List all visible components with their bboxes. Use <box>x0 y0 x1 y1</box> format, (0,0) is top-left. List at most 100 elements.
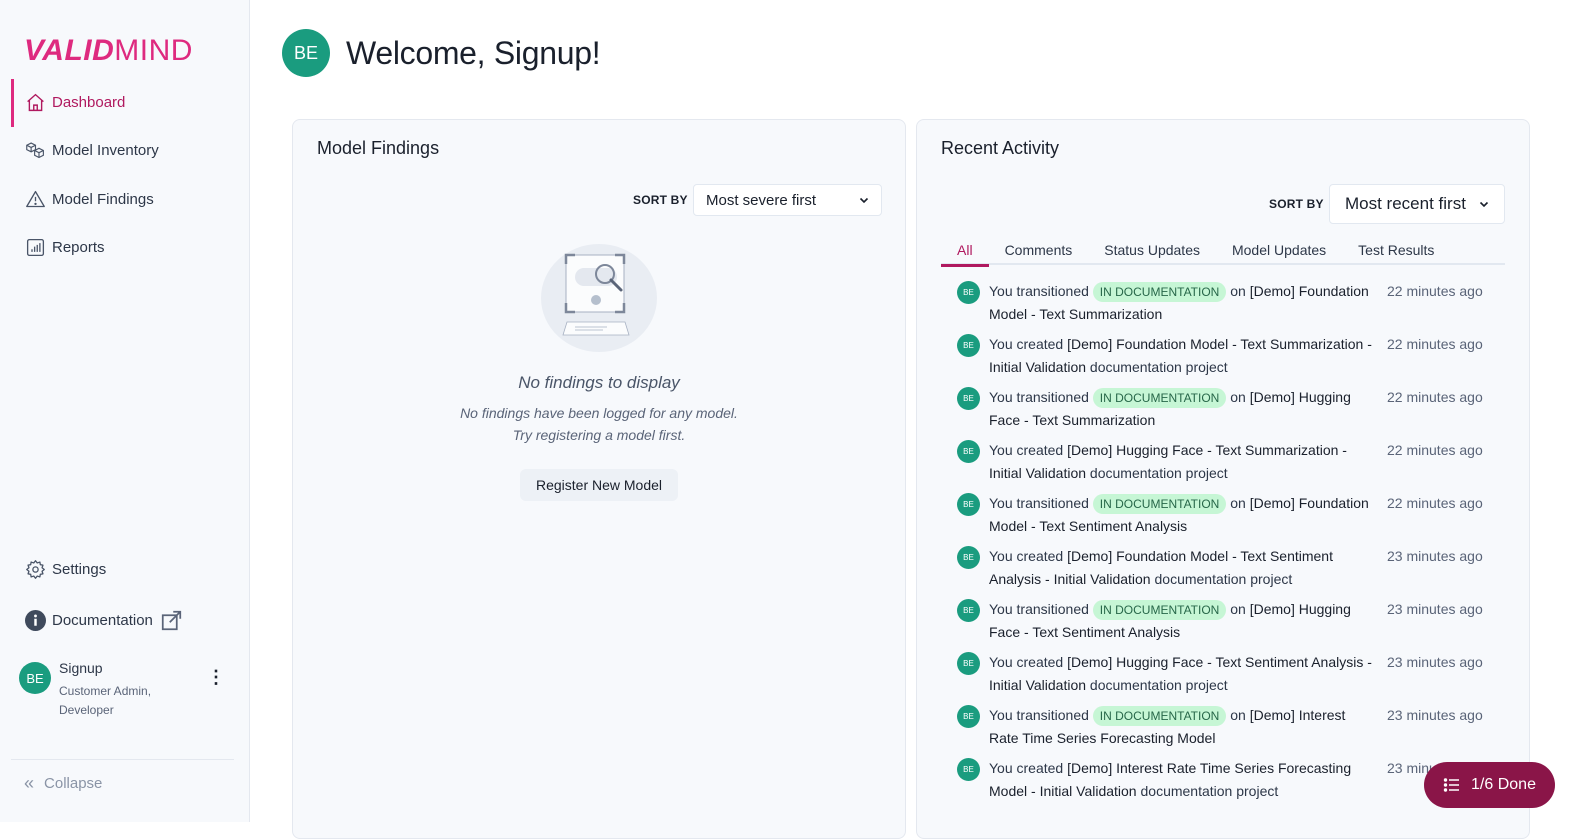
activity-text: You transitioned IN DOCUMENTATION on [De… <box>989 492 1377 537</box>
sidebar-item-dashboard[interactable]: Dashboard <box>11 79 238 127</box>
activity-timestamp: 22 minutes ago <box>1387 495 1483 511</box>
activity-tabs: All Comments Status Updates Model Update… <box>941 234 1505 267</box>
activity-connector: on <box>1230 389 1246 405</box>
select-value: Most severe first <box>706 191 817 209</box>
sidebar-item-model-inventory[interactable]: Model Inventory <box>12 127 238 173</box>
activity-item: BE You created [Demo] Foundation Model - … <box>957 333 1517 386</box>
activity-text: You created [Demo] Foundation Model - Te… <box>989 333 1377 378</box>
activity-text: You transitioned IN DOCUMENTATION on [De… <box>989 386 1377 431</box>
activity-prefix: You created <box>989 760 1064 776</box>
activity-prefix: You created <box>989 442 1064 458</box>
list-icon <box>1443 778 1460 792</box>
activity-sort-select[interactable]: Most recent first <box>1329 184 1505 224</box>
activity-feed: BE You transitioned IN DOCUMENTATION on [… <box>957 280 1517 810</box>
activity-suffix: documentation project <box>1089 358 1228 375</box>
activity-timestamp: 22 minutes ago <box>1387 336 1483 352</box>
page-title: Welcome, Signup! <box>346 34 601 71</box>
activity-text: You created [Demo] Foundation Model - Te… <box>989 545 1377 590</box>
tab-model-updates[interactable]: Model Updates <box>1216 234 1342 265</box>
avatar: BE <box>957 599 980 622</box>
model-findings-card: Model Findings SORT BY Most severe first… <box>292 119 906 839</box>
avatar: BE <box>957 705 980 728</box>
empty-state-title: No findings to display <box>518 373 680 392</box>
sidebar-item-documentation[interactable]: Documentation <box>12 597 238 643</box>
avatar: BE <box>957 334 980 357</box>
sidebar-item-model-findings[interactable]: Model Findings <box>12 176 238 222</box>
register-new-model-button[interactable]: Register New Model <box>520 469 678 501</box>
warning-triangle-icon <box>24 188 46 210</box>
card-title: Recent Activity <box>941 138 1060 158</box>
activity-item: BE You created [Demo] Foundation Model - … <box>957 545 1517 598</box>
avatar: BE <box>957 758 980 781</box>
activity-connector: on <box>1230 707 1246 723</box>
tab-status-updates[interactable]: Status Updates <box>1088 234 1216 265</box>
avatar: BE <box>957 493 980 516</box>
avatar: BE <box>957 546 980 569</box>
activity-connector: on <box>1230 283 1246 299</box>
more-options-icon[interactable]: ⋮ <box>207 666 225 688</box>
activity-item: BE You created [Demo] Hugging Face - Text… <box>957 651 1517 704</box>
chevron-down-icon <box>859 197 869 204</box>
double-chevron-left-icon: « <box>24 773 35 793</box>
card-title: Model Findings <box>317 138 440 158</box>
activity-text: You created [Demo] Hugging Face - Text S… <box>989 651 1377 696</box>
status-badge: IN DOCUMENTATION <box>1092 600 1227 620</box>
page-header: BE Welcome, Signup! <box>282 29 601 77</box>
activity-suffix: documentation project <box>1089 676 1228 693</box>
user-profile: BE Signup Customer Admin, Developer ⋮ <box>19 660 234 720</box>
activity-suffix: documentation project <box>1140 782 1279 799</box>
sidebar-item-reports[interactable]: Reports <box>12 224 238 270</box>
activity-connector: on <box>1230 495 1246 511</box>
activity-text: You created [Demo] Interest Rate Time Se… <box>989 757 1377 802</box>
sidebar-item-settings[interactable]: Settings <box>12 546 238 592</box>
activity-prefix: You created <box>989 654 1064 670</box>
collapse-button[interactable]: « Collapse <box>24 773 102 794</box>
validmind-logo[interactable]: VALID MIND <box>24 33 193 69</box>
activity-prefix: You transitioned <box>989 495 1089 511</box>
activity-suffix: documentation project <box>1154 570 1293 587</box>
activity-prefix: You transitioned <box>989 283 1089 299</box>
activity-item: BE You transitioned IN DOCUMENTATION on [… <box>957 492 1517 545</box>
status-badge: IN DOCUMENTATION <box>1092 706 1227 726</box>
chevron-down-icon <box>1479 201 1489 208</box>
info-icon <box>24 609 46 631</box>
tab-comments[interactable]: Comments <box>989 234 1089 265</box>
tab-all[interactable]: All <box>941 234 989 267</box>
activity-text: You created [Demo] Hugging Face - Text S… <box>989 439 1377 484</box>
avatar: BE <box>282 29 330 77</box>
status-badge: IN DOCUMENTATION <box>1092 388 1227 408</box>
avatar: BE <box>19 662 51 694</box>
bar-chart-icon <box>24 236 46 258</box>
empty-state-line: No findings have been logged for any mod… <box>460 405 738 421</box>
sort-label: SORT BY <box>633 193 688 207</box>
activity-timestamp: 22 minutes ago <box>1387 283 1483 299</box>
activity-item: BE You transitioned IN DOCUMENTATION on [… <box>957 598 1517 651</box>
activity-item: BE You transitioned IN DOCUMENTATION on [… <box>957 704 1517 757</box>
select-value: Most recent first <box>1345 194 1466 213</box>
logo-text-light: MIND <box>114 34 193 67</box>
activity-prefix: You created <box>989 548 1064 564</box>
activity-item: BE You created [Demo] Hugging Face - Text… <box>957 439 1517 492</box>
avatar: BE <box>957 387 980 410</box>
activity-timestamp: 23 minutes ago <box>1387 601 1483 617</box>
activity-item: BE You transitioned IN DOCUMENTATION on [… <box>957 386 1517 439</box>
findings-sort-select[interactable]: Most severe first <box>693 184 882 216</box>
external-link-icon <box>161 610 182 630</box>
cubes-icon <box>24 139 46 161</box>
avatar: BE <box>957 440 980 463</box>
empty-state-description: No findings have been logged for any mod… <box>293 402 905 446</box>
activity-prefix: You created <box>989 336 1064 352</box>
home-icon <box>24 91 46 113</box>
user-name: Signup <box>59 660 103 676</box>
sidebar-divider <box>11 759 234 760</box>
activity-prefix: You transitioned <box>989 601 1089 617</box>
tab-test-results[interactable]: Test Results <box>1342 234 1450 265</box>
activity-timestamp: 22 minutes ago <box>1387 442 1483 458</box>
collapse-label: Collapse <box>44 775 103 792</box>
empty-state-illustration <box>541 244 657 352</box>
sidebar-item-label: Documentation <box>52 611 153 629</box>
activity-text: You transitioned IN DOCUMENTATION on [De… <box>989 280 1377 325</box>
sidebar-item-label: Settings <box>52 560 107 578</box>
checklist-progress-button[interactable]: 1/6 Done <box>1424 762 1555 808</box>
sidebar-item-label: Dashboard <box>52 93 126 111</box>
